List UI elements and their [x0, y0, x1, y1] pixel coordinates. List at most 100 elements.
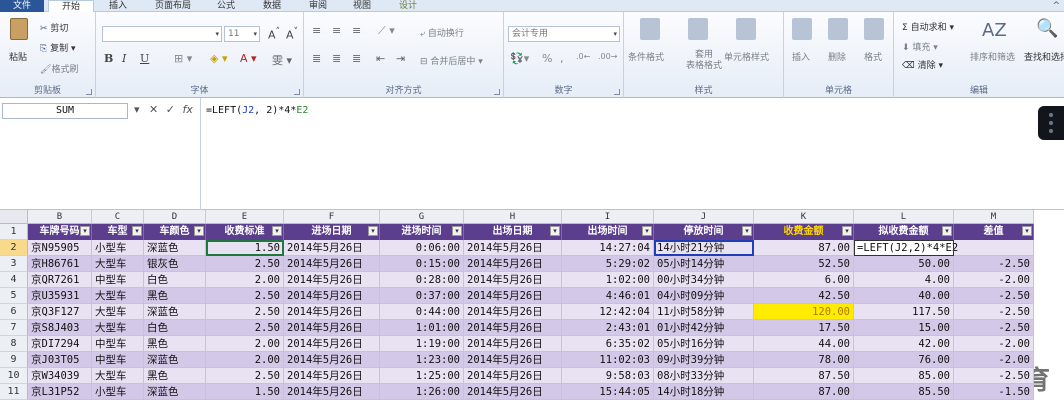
table-cell[interactable]: 4:46:01 — [562, 288, 654, 304]
table-cell[interactable]: 2.00 — [206, 336, 284, 352]
column-header-l[interactable]: L — [854, 210, 954, 224]
fill-button[interactable]: ⬇ 填充 ▾ — [902, 40, 938, 53]
table-cell[interactable]: 中型车 — [92, 352, 144, 368]
table-cell[interactable]: 京W34039 — [28, 368, 92, 384]
table-cell[interactable]: 6.00 — [754, 272, 854, 288]
column-header-b[interactable]: B — [28, 210, 92, 224]
font-name-select[interactable]: ▾ — [102, 26, 222, 42]
header-cell[interactable]: 车牌号码 ▾ — [28, 224, 92, 240]
fill-color-icon[interactable]: ◈ ▾ — [210, 52, 227, 65]
table-cell[interactable]: 17.50 — [754, 320, 854, 336]
table-cell[interactable]: 1:02:00 — [562, 272, 654, 288]
table-cell[interactable]: 黑色 — [144, 336, 206, 352]
align-center-icon[interactable]: ≣ — [332, 52, 341, 65]
filter-dropdown-icon[interactable]: ▾ — [1022, 226, 1032, 236]
table-cell[interactable]: 0:37:00 — [380, 288, 464, 304]
enter-icon[interactable]: ✓ — [166, 103, 175, 116]
table-cell[interactable]: 4.00 — [854, 272, 954, 288]
table-cell[interactable]: 42.50 — [754, 288, 854, 304]
table-cell[interactable]: 2014年5月26日 — [464, 304, 562, 320]
name-box[interactable]: SUM — [2, 103, 128, 119]
table-cell[interactable]: 白色 — [144, 320, 206, 336]
table-cell[interactable]: 11:02:03 — [562, 352, 654, 368]
row-header-1[interactable]: 1 — [0, 224, 28, 240]
table-cell[interactable]: 深蓝色 — [144, 304, 206, 320]
row-header-8[interactable]: 8 — [0, 336, 28, 352]
table-cell[interactable]: 0:06:00 — [380, 240, 464, 256]
table-cell[interactable]: 42.00 — [854, 336, 954, 352]
tab-page-layout[interactable]: 页面布局 — [142, 0, 204, 12]
table-cell[interactable]: 14小时18分钟 — [654, 384, 754, 400]
table-cell[interactable]: 05小时16分钟 — [654, 336, 754, 352]
table-cell[interactable]: 京Q3F127 — [28, 304, 92, 320]
autosum-button[interactable]: Σ 自动求和 ▾ — [902, 20, 954, 33]
table-cell[interactable]: 小型车 — [92, 240, 144, 256]
table-cell[interactable]: 小型车 — [92, 384, 144, 400]
table-cell[interactable]: 2.50 — [206, 320, 284, 336]
tab-view[interactable]: 视图 — [342, 0, 382, 12]
table-cell[interactable]: 2014年5月26日 — [464, 272, 562, 288]
table-cell[interactable]: 120.00 — [754, 304, 854, 320]
table-cell[interactable]: 87.50 — [754, 368, 854, 384]
table-cell[interactable]: 76.00 — [854, 352, 954, 368]
align-left-icon[interactable]: ≣ — [312, 52, 321, 65]
table-cell[interactable]: =LEFT(J2,2)*4*E2 — [854, 240, 958, 256]
table-cell[interactable]: 2014年5月26日 — [464, 336, 562, 352]
table-cell[interactable]: 2014年5月26日 — [284, 320, 380, 336]
table-cell[interactable]: 15:44:05 — [562, 384, 654, 400]
select-all-corner[interactable] — [0, 210, 28, 224]
column-header-k[interactable]: K — [754, 210, 854, 224]
table-cell[interactable]: 2014年5月26日 — [284, 384, 380, 400]
tab-insert[interactable]: 插入 — [98, 0, 138, 12]
table-cell[interactable]: 京QR7261 — [28, 272, 92, 288]
table-cell[interactable]: 08小时33分钟 — [654, 368, 754, 384]
table-cell[interactable]: 0:44:00 — [380, 304, 464, 320]
alignment-launcher-icon[interactable] — [494, 89, 500, 95]
filter-dropdown-icon[interactable]: ▾ — [80, 226, 90, 236]
table-cell[interactable]: -2.00 — [954, 336, 1034, 352]
column-header-g[interactable]: G — [380, 210, 464, 224]
column-header-j[interactable]: J — [654, 210, 754, 224]
table-cell[interactable]: 00小时34分钟 — [654, 272, 754, 288]
font-color-icon[interactable]: A ▾ — [240, 52, 257, 65]
align-bottom-icon[interactable]: ≡ — [352, 24, 361, 37]
number-launcher-icon[interactable] — [614, 89, 620, 95]
table-cell[interactable]: 白色 — [144, 272, 206, 288]
table-cell[interactable]: 11小时58分钟 — [654, 304, 754, 320]
table-cell[interactable]: 87.00 — [754, 240, 854, 256]
table-cell[interactable]: 2014年5月26日 — [284, 256, 380, 272]
row-header-6[interactable]: 6 — [0, 304, 28, 320]
paste-button[interactable]: 粘贴 — [9, 50, 27, 63]
bold-icon[interactable]: B — [104, 52, 113, 65]
table-cell[interactable]: 2014年5月26日 — [464, 256, 562, 272]
insert-cells-button[interactable]: 插入 — [792, 50, 810, 63]
format-as-table-button[interactable]: 套用 表格格式 — [686, 50, 722, 72]
table-cell[interactable]: 14小时21分钟 — [654, 240, 754, 256]
table-cell[interactable]: -2.50 — [954, 320, 1034, 336]
table-cell[interactable]: 2014年5月26日 — [464, 352, 562, 368]
table-cell[interactable]: 大型车 — [92, 288, 144, 304]
table-cell[interactable]: 2014年5月26日 — [284, 288, 380, 304]
table-cell[interactable]: 京H86761 — [28, 256, 92, 272]
header-cell[interactable]: 出场时间 ▾ — [562, 224, 654, 240]
insert-function-icon[interactable]: fx — [182, 103, 192, 116]
column-header-h[interactable]: H — [464, 210, 562, 224]
currency-icon[interactable]: 💱▾ — [510, 52, 529, 65]
table-cell[interactable]: 中型车 — [92, 336, 144, 352]
column-header-e[interactable]: E — [206, 210, 284, 224]
collapse-ribbon-icon[interactable]: ^ — [1052, 0, 1060, 12]
table-cell[interactable]: 2014年5月26日 — [284, 272, 380, 288]
header-cell[interactable]: 停放时间 ▾ — [654, 224, 754, 240]
row-header-10[interactable]: 10 — [0, 368, 28, 384]
table-cell[interactable]: 6:35:02 — [562, 336, 654, 352]
table-cell[interactable]: 黑色 — [144, 368, 206, 384]
row-header-3[interactable]: 3 — [0, 256, 28, 272]
percent-icon[interactable]: % — [542, 52, 552, 65]
table-cell[interactable]: 京L31P52 — [28, 384, 92, 400]
clipboard-launcher-icon[interactable] — [86, 89, 92, 95]
decrease-indent-icon[interactable]: ⇤ — [376, 52, 385, 65]
row-header-5[interactable]: 5 — [0, 288, 28, 304]
table-cell[interactable]: 1.50 — [206, 240, 284, 256]
table-cell[interactable]: 0:15:00 — [380, 256, 464, 272]
filter-dropdown-icon[interactable]: ▾ — [452, 226, 462, 236]
